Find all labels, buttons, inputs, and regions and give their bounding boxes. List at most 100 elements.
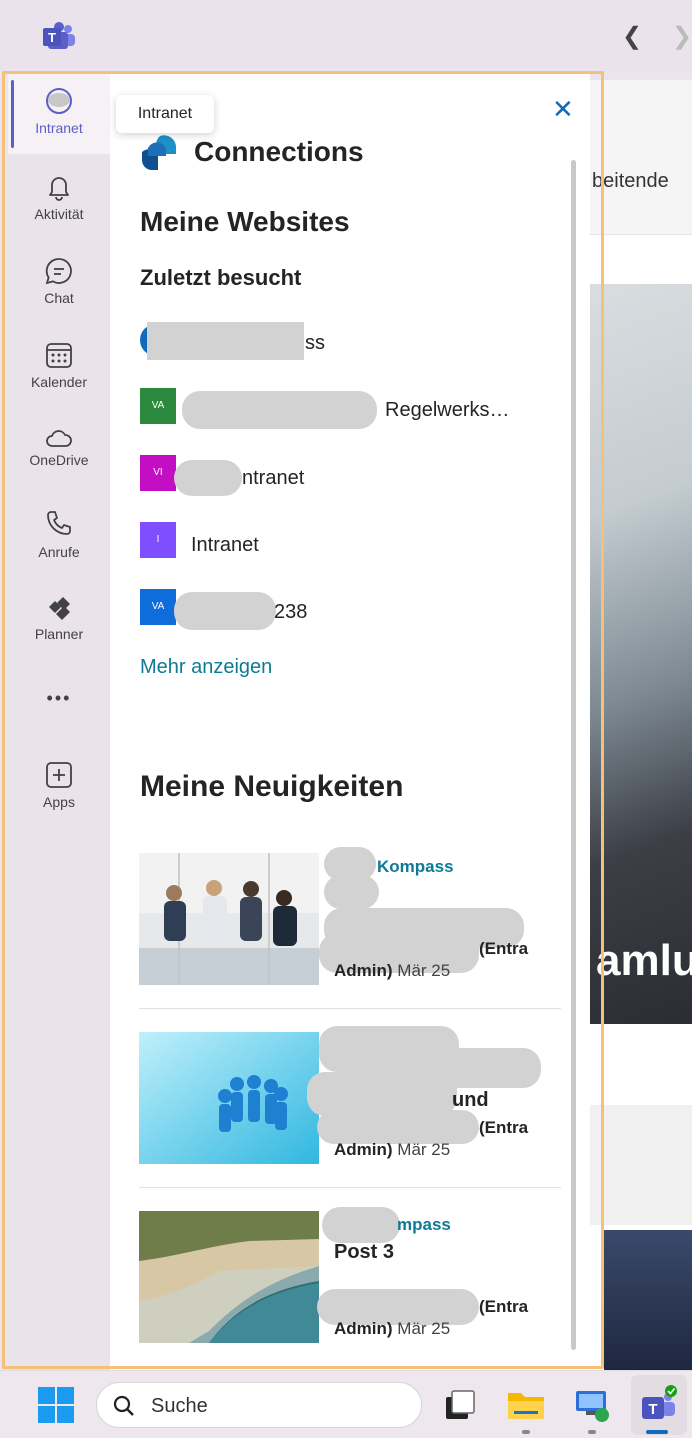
bell-icon [49,177,69,201]
taskbar-search[interactable]: Suche [96,1382,422,1428]
rail-item-label: Anrufe [38,544,80,560]
my-sites-heading: Meine Websites [140,206,350,237]
rail-item-calls[interactable]: Anrufe [8,496,110,576]
file-explorer-icon[interactable] [506,1385,546,1425]
running-indicator [588,1430,596,1434]
rail-item-onedrive[interactable]: OneDrive [8,412,110,492]
active-app-indicator [646,1430,668,1434]
redacted-text [322,1207,400,1243]
redacted-text [317,1110,479,1144]
calendar-icon [46,343,72,368]
site-badge: VI [140,455,176,491]
background-banner-text: amlur [596,936,692,985]
rail-item-label: OneDrive [29,452,89,468]
rail-item-chat[interactable]: Chat [8,244,110,324]
site-item[interactable]: I Intranet [140,522,340,562]
rail-item-label: Planner [34,626,84,642]
rail-item-apps[interactable]: Apps [8,748,110,828]
rail-item-planner[interactable]: Planner [8,580,110,660]
site-badge: VA [140,589,176,625]
panel-scrollbar[interactable] [571,160,576,1350]
my-news-heading: Meine Neuigkeiten [140,770,404,803]
news-author-prefix: (Entra [479,1118,529,1137]
redacted-text [182,391,377,429]
redacted-text [324,875,379,909]
background-banner-image [590,284,692,1024]
news-item[interactable]: mpass Post 3 (Entra Admin) Mär 25 [139,1207,561,1391]
site-item[interactable]: VI ntranet [140,455,340,496]
rail-tooltip: Intranet [116,95,214,133]
show-more-link[interactable]: Mehr anzeigen [140,656,272,679]
rail-item-activity[interactable]: Aktivität [8,160,110,240]
chat-icon [45,258,72,285]
recent-heading: Zuletzt besucht [140,265,302,290]
news-title: und [452,1089,489,1111]
site-item[interactable]: ss [140,322,340,362]
site-name: ss [305,332,325,354]
site-name: ntranet [242,467,305,489]
svg-text:T: T [48,30,56,45]
site-name: Regelwerks… [385,399,510,421]
background-section [590,1105,692,1225]
divider [139,1187,561,1188]
site-badge: VA [140,388,176,424]
background-header-text: beitende [592,170,669,192]
close-icon[interactable]: ✕ [552,94,574,125]
planner-icon [49,597,70,620]
news-author-prefix: (Entra [479,1297,529,1316]
task-view-icon[interactable] [440,1385,480,1425]
background-header [590,80,692,235]
site-badge: I [140,522,176,558]
windows-start-icon[interactable] [38,1387,74,1423]
phone-icon [47,511,71,535]
news-item[interactable]: und (Entra Admin) Mär 25 [139,1026,561,1212]
teams-taskbar-icon[interactable]: T [638,1385,678,1425]
news-meta: Admin) Mär 25 [334,1319,450,1339]
app-rail: Intranet Aktivität Chat Kalender OneDriv… [8,74,110,1370]
news-date: Mär 25 [397,961,451,980]
news-author: Admin) [334,1319,393,1338]
news-author-prefix: (Entra [479,939,529,958]
news-meta: Admin) Mär 25 [334,1140,450,1160]
site-name: 238 [274,601,308,623]
news-date: Mär 25 [397,1319,451,1338]
intranet-icon [46,88,72,114]
back-chevron-left-icon[interactable]: ❮ [622,22,642,51]
rail-item-label: Chat [44,290,74,306]
divider [139,1008,561,1009]
remote-desktop-icon[interactable] [572,1385,612,1425]
app-title: Connections [194,136,364,167]
redacted-text [174,460,242,496]
news-meta: Admin) Mär 25 [334,961,450,981]
news-author: Admin) [334,961,393,980]
news-site-link[interactable]: Kompass [377,857,454,877]
more-icon: ••• [46,688,72,708]
rail-item-calendar[interactable]: Kalender [8,328,110,408]
rail-item-intranet[interactable]: Intranet [8,74,110,154]
news-title: Post 3 [334,1241,395,1263]
redacted-text [174,592,276,630]
redacted-text [147,322,304,360]
cloud-icon [46,430,72,447]
news-author: Admin) [334,1140,393,1159]
site-item[interactable]: VA 238 [140,589,340,630]
site-name: Intranet [191,534,259,556]
news-item[interactable]: Kompass (Entra Admin) Mär 25 [139,847,561,1033]
title-bar: T ❮ ❯ [0,0,692,70]
taskbar: Suche T [0,1370,692,1438]
rail-item-label: Apps [43,794,75,810]
news-thumbnail-beach [139,1211,319,1343]
news-site-link[interactable]: mpass [397,1215,451,1235]
svg-text:T: T [648,1401,657,1418]
forward-chevron-right-icon[interactable]: ❯ [672,22,692,51]
news-date: Mär 25 [397,1140,451,1159]
rail-item-label: Intranet [35,120,83,136]
news-thumbnail-meeting [139,853,319,985]
site-item[interactable]: VA Regelwerks… [140,388,520,429]
search-icon [113,1395,134,1416]
connections-logo-icon [142,135,177,170]
rail-item-more[interactable]: ••• [8,674,110,724]
active-indicator [11,80,14,148]
add-apps-icon [46,762,72,788]
running-indicator [522,1430,530,1434]
